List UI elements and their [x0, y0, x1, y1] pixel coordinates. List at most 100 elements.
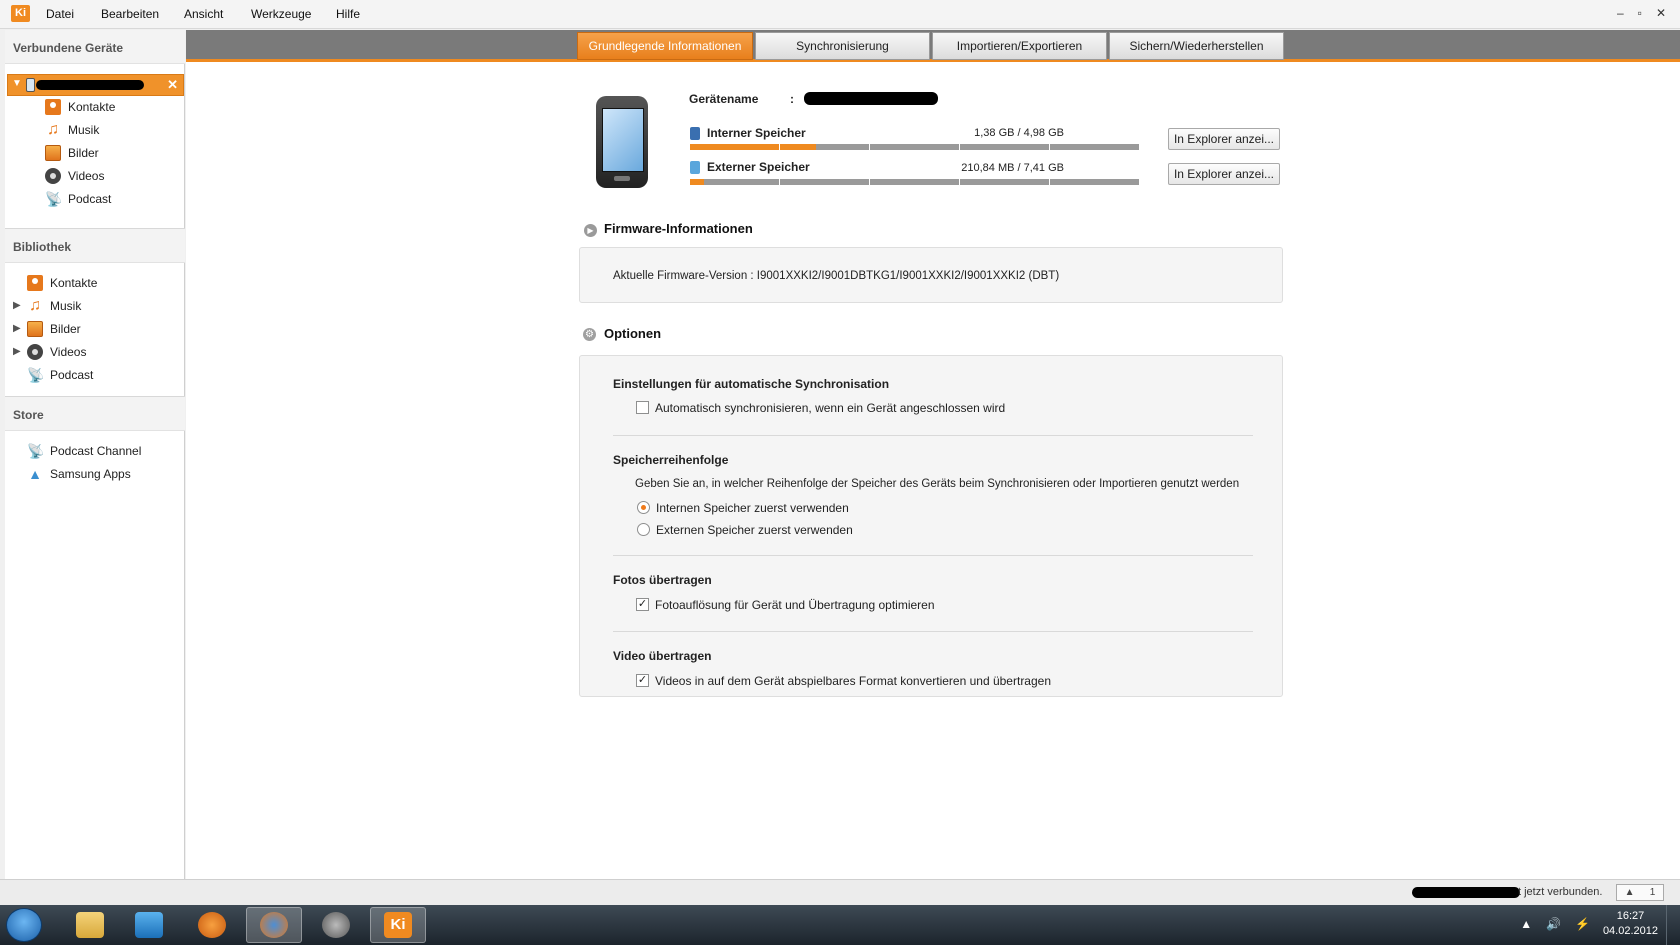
tab-grundlegende-informationen[interactable]: Grundlegende Informationen: [577, 32, 753, 60]
device-item-label: Musik: [68, 123, 100, 137]
taskbar-explorer[interactable]: [62, 907, 118, 943]
clock[interactable]: 16:27 04.02.2012: [1603, 909, 1658, 939]
tab-importieren-exportieren[interactable]: Importieren/Exportieren: [932, 32, 1107, 60]
film-reel-icon: [45, 168, 61, 184]
photos-heading: Fotos übertragen: [613, 573, 712, 587]
auto-sync-checkbox[interactable]: [636, 401, 649, 414]
close-icon[interactable]: ✕: [1656, 6, 1666, 20]
start-button-icon[interactable]: [6, 908, 42, 942]
podcast-icon: 📡: [27, 367, 45, 383]
contacts-icon: [27, 275, 43, 291]
library-item-kontakte[interactable]: Kontakte: [27, 273, 97, 293]
external-storage-icon: [690, 161, 700, 174]
clock-date: 04.02.2012: [1602, 925, 1658, 937]
storage-order-heading: Speicherreihenfolge: [613, 453, 729, 467]
connected-devices-header: Verbundene Geräte: [5, 30, 185, 64]
tab-bar: Grundlegende Informationen Synchronisier…: [186, 30, 1680, 62]
radio-external-label: Externen Speicher zuerst verwenden: [656, 523, 853, 537]
folder-icon: [76, 912, 104, 938]
menu-bearbeiten[interactable]: Bearbeiten: [101, 7, 159, 21]
show-desktop-button[interactable]: [1666, 905, 1680, 945]
power-icon[interactable]: ⚡: [1575, 917, 1590, 931]
video-convert-label: Videos in auf dem Gerät abspielbares For…: [655, 674, 1052, 688]
store-item-label: Podcast Channel: [50, 444, 142, 458]
library-item-bilder[interactable]: Bilder: [27, 319, 81, 339]
device-item-label: Bilder: [68, 146, 99, 160]
library-item-label: Kontakte: [50, 276, 98, 290]
video-heading: Video übertragen: [613, 649, 712, 663]
store-header: Store: [5, 397, 185, 431]
menu-werkzeuge[interactable]: Werkzeuge: [251, 7, 311, 21]
main-content: Grundlegende Informationen Synchronisier…: [186, 30, 1680, 879]
chevron-down-icon[interactable]: ▼: [12, 78, 22, 89]
device-item-musik[interactable]: ♫ Musik: [45, 120, 99, 140]
firmware-panel: Aktuelle Firmware-Version : I9001XXKI2/I…: [579, 247, 1283, 303]
photos-optimize-checkbox[interactable]: ✓: [636, 598, 649, 611]
options-divider: [613, 555, 1253, 556]
video-convert-checkbox[interactable]: ✓: [636, 674, 649, 687]
pictures-icon: [27, 321, 43, 337]
library-item-musik[interactable]: ♫ Musik: [27, 296, 81, 316]
minimize-icon[interactable]: –: [1617, 6, 1624, 20]
collapse-arrow-icon[interactable]: ▶: [584, 224, 597, 237]
status-spinner[interactable]: ▲ 1: [1616, 884, 1664, 901]
taskbar-media-player[interactable]: [121, 907, 177, 943]
options-panel: Einstellungen für automatische Synchroni…: [579, 355, 1283, 697]
podcast-icon: 📡: [27, 443, 45, 459]
menu-datei[interactable]: Datei: [46, 7, 74, 21]
steam-icon: [322, 912, 350, 938]
volume-icon[interactable]: 🔊: [1546, 917, 1561, 931]
device-item-podcast[interactable]: 📡 Podcast: [45, 189, 111, 209]
external-explorer-button[interactable]: In Explorer anzei...: [1168, 163, 1280, 185]
sidebar: Verbundene Geräte ▼ ✕ Kontakte ♫ Musik Bi…: [5, 30, 185, 879]
library-item-videos[interactable]: Videos: [27, 342, 86, 362]
device-phone-image: [596, 96, 648, 188]
internal-storage-value: 1,38 GB / 4,98 GB: [974, 127, 1064, 139]
external-storage-value: 210,84 MB / 7,41 GB: [961, 162, 1064, 174]
library-item-label: Bilder: [50, 322, 81, 336]
device-name-redacted: [804, 92, 938, 105]
storage-order-description: Geben Sie an, in welcher Reihenfolge der…: [635, 478, 1240, 490]
radio-external-first[interactable]: [637, 523, 650, 536]
device-name-label: Gerätename: [689, 92, 759, 106]
media-player-icon: [135, 912, 163, 938]
store-item-samsung-apps[interactable]: ▲ Samsung Apps: [27, 464, 131, 484]
window-controls: – ▫ ✕: [1617, 6, 1666, 20]
taskbar-firefox[interactable]: [246, 907, 302, 943]
spinner-up-icon[interactable]: ▲: [1625, 887, 1635, 898]
tray-expand-icon[interactable]: ▲: [1520, 917, 1532, 931]
device-item-videos[interactable]: Videos: [45, 166, 104, 186]
store-item-label: Samsung Apps: [50, 467, 131, 481]
tab-synchronisierung[interactable]: Synchronisierung: [755, 32, 930, 60]
menu-hilfe[interactable]: Hilfe: [336, 7, 360, 21]
store-item-podcast-channel[interactable]: 📡 Podcast Channel: [27, 441, 141, 461]
device-item-label: Podcast: [68, 192, 112, 206]
taskbar-app-orange[interactable]: [184, 907, 240, 943]
device-item-label: Kontakte: [68, 100, 116, 114]
connected-device-item[interactable]: ▼ ✕: [7, 74, 184, 96]
internal-explorer-button[interactable]: In Explorer anzei...: [1168, 128, 1280, 150]
expand-arrow-icon[interactable]: ▶: [13, 346, 21, 357]
auto-sync-heading: Einstellungen für automatische Synchroni…: [613, 377, 890, 391]
tab-sichern-wiederherstellen[interactable]: Sichern/Wiederherstellen: [1109, 32, 1284, 60]
expand-arrow-icon[interactable]: ▶: [13, 323, 21, 334]
menu-ansicht[interactable]: Ansicht: [184, 7, 223, 21]
library-item-podcast[interactable]: 📡 Podcast: [27, 365, 93, 385]
orange-app-icon: [198, 912, 226, 938]
device-item-label: Videos: [68, 169, 105, 183]
clock-time: 16:27: [1616, 910, 1645, 922]
expand-arrow-icon[interactable]: ▶: [13, 300, 21, 311]
firefox-icon: [260, 912, 288, 938]
internal-storage-icon: [690, 127, 700, 140]
restore-icon[interactable]: ▫: [1638, 6, 1642, 20]
external-storage-bar: [690, 179, 1140, 185]
contacts-icon: [45, 99, 61, 115]
radio-internal-first[interactable]: [637, 501, 650, 514]
music-note-icon: ♫: [29, 297, 41, 314]
taskbar-steam[interactable]: [308, 907, 364, 943]
taskbar-kies[interactable]: Ki: [370, 907, 426, 943]
device-item-bilder[interactable]: Bilder: [45, 143, 99, 163]
windows-taskbar: Ki ▲ 🔊 ⚡ 16:27 04.02.2012: [0, 905, 1680, 945]
disconnect-close-icon[interactable]: ✕: [167, 77, 178, 93]
device-item-kontakte[interactable]: Kontakte: [45, 97, 115, 117]
